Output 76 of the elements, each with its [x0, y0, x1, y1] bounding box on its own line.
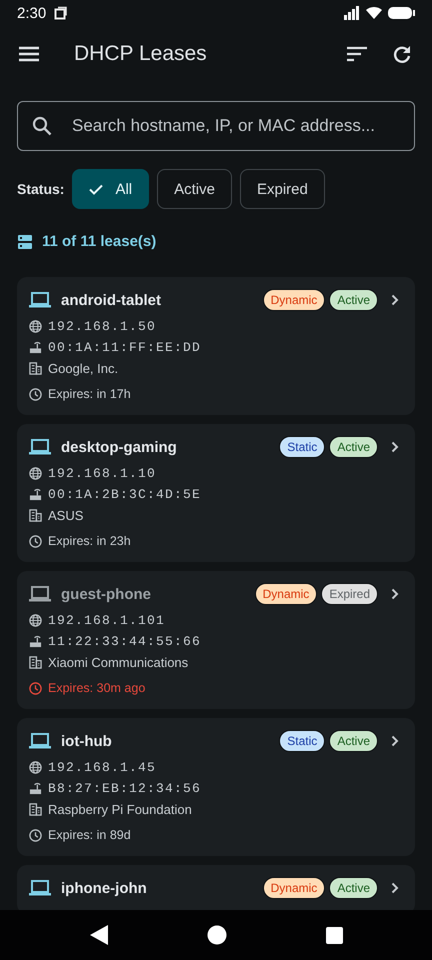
lease-card[interactable]: iot-hub Static Active 192.168.1.45 B8:27:EB:12:34:56 Raspberry Pi Foundation Expires: in 89d	[17, 718, 415, 856]
type-badge: Dynamic	[262, 289, 326, 311]
hostname: android-tablet	[61, 292, 161, 308]
hostname: iot-hub	[61, 732, 112, 750]
chevron-icon	[391, 441, 399, 453]
router-icon	[29, 488, 42, 500]
menu-icon	[18, 46, 40, 62]
vendor-name: Xiaomi Communications	[48, 654, 188, 670]
ip-address: 192.168.1.45	[48, 760, 156, 774]
check-icon	[89, 184, 104, 194]
chevron-icon	[391, 882, 399, 894]
building-icon	[29, 802, 42, 816]
chevron-icon	[391, 588, 399, 600]
vendor-name: ASUS	[48, 508, 84, 522]
status-badge: Active	[329, 877, 378, 899]
clock-icon	[29, 388, 42, 400]
filter-label: Status:	[17, 181, 64, 197]
battery-icon	[388, 6, 416, 20]
signal-icon	[344, 6, 360, 20]
router-icon	[29, 782, 42, 794]
status-badge: Expired	[321, 583, 378, 605]
hostname: desktop-gaming	[61, 438, 177, 456]
app-title: DHCP Leases	[74, 42, 207, 66]
hostname: guest-phone	[61, 586, 151, 602]
clock-icon	[29, 534, 42, 548]
globe-icon	[29, 760, 42, 774]
search-input[interactable]: Search hostname, IP, or MAC address...	[70, 115, 400, 137]
hostname: iphone-john	[61, 880, 147, 896]
wifi-icon	[365, 6, 383, 20]
building-icon	[29, 508, 42, 522]
building-icon	[29, 362, 42, 374]
router-icon	[29, 340, 42, 354]
refresh-icon	[392, 44, 412, 64]
chevron-icon	[391, 735, 399, 747]
server-icon	[18, 234, 32, 248]
mac-address: B8:27:EB:12:34:56	[48, 780, 202, 796]
filter-chip[interactable]: All	[72, 169, 150, 209]
globe-icon	[29, 320, 42, 332]
ip-address: 192.168.1.101	[48, 612, 166, 628]
chevron-icon	[391, 294, 399, 306]
lease-card[interactable]: desktop-gaming Static Active 192.168.1.10 00:1A:2B:3C:4D:5E ASUS Expires: in 23h	[17, 424, 415, 562]
status-badge: Active	[329, 436, 378, 458]
filter-chip[interactable]: Active	[157, 169, 232, 209]
clock-icon	[29, 682, 42, 694]
expiry-text: Expires: in 89d	[48, 828, 131, 842]
expiry-text: Expires: in 23h	[48, 534, 131, 548]
filter-chip[interactable]: Expired	[240, 169, 325, 209]
lease-card[interactable]: guest-phone Dynamic Expired 192.168.1.101 11:22:33:44:55:66 Xiaomi Communications Expires: 30m ago	[17, 571, 415, 709]
router-icon	[29, 634, 42, 648]
globe-icon	[29, 466, 42, 480]
mac-address: 11:22:33:44:55:66	[48, 634, 202, 648]
type-badge: Static	[279, 436, 326, 458]
type-badge: Static	[279, 730, 326, 752]
mac-address: 00:1A:2B:3C:4D:5E	[48, 486, 202, 502]
status-badge: Active	[329, 730, 378, 752]
type-badge: Dynamic	[262, 877, 326, 899]
building-icon	[29, 656, 42, 668]
expiry-text: Expires: 30m ago	[48, 681, 146, 695]
lease-card[interactable]: android-tablet Dynamic Active 192.168.1.50 00:1A:11:FF:EE:DD Google, Inc. Expires: in 17h	[17, 277, 415, 415]
type-badge: Dynamic	[254, 583, 318, 605]
clock-icon	[29, 828, 42, 842]
search-icon	[32, 116, 52, 136]
vendor-name: Raspberry Pi Foundation	[48, 802, 192, 816]
ip-address: 192.168.1.10	[48, 466, 156, 480]
lease-count: 11 of 11 lease(s)	[42, 233, 156, 250]
ip-address: 192.168.1.50	[48, 318, 156, 334]
mac-address: 00:1A:11:FF:EE:DD	[48, 340, 202, 354]
search-bar[interactable]: Search hostname, IP, or MAC address...	[17, 101, 415, 151]
expiry-text: Expires: in 17h	[48, 387, 131, 401]
status-time: 2:30	[17, 4, 46, 22]
sort-icon	[346, 46, 368, 62]
lease-card[interactable]: iphone-john Dynamic Active	[17, 865, 415, 910]
notification-icon	[54, 6, 68, 20]
vendor-name: Google, Inc.	[48, 360, 118, 376]
status-badge: Active	[329, 289, 378, 311]
globe-icon	[29, 614, 42, 626]
